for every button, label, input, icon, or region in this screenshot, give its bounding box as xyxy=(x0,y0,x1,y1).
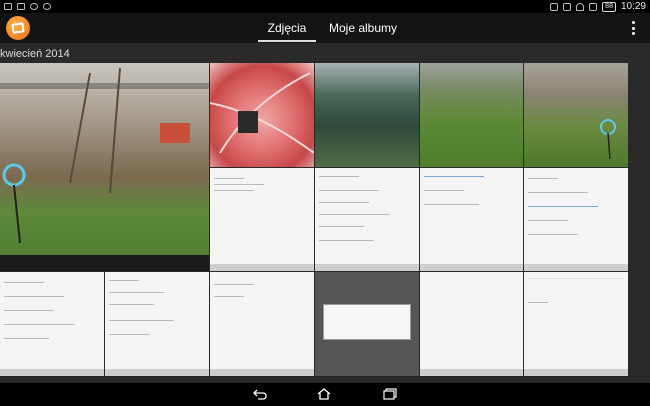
photo-icon xyxy=(4,3,12,10)
vibrate-icon xyxy=(563,2,572,11)
photo-thumbnail[interactable] xyxy=(420,63,523,167)
section-header: kwiecień 2014 xyxy=(0,48,70,60)
home-icon[interactable] xyxy=(316,387,332,401)
status-bar: 88 10:29 xyxy=(0,0,650,13)
fabric-photo-art xyxy=(210,72,314,154)
album-app-icon[interactable] xyxy=(6,16,30,40)
back-icon[interactable] xyxy=(252,387,268,401)
screenshot-thumbnail[interactable] xyxy=(315,272,419,376)
battery-icon: 88 xyxy=(602,1,616,12)
twitter-icon xyxy=(30,3,38,10)
screenshot-thumbnail[interactable] xyxy=(524,168,628,271)
screenshot-thumbnail[interactable] xyxy=(315,168,419,271)
dialog-preview xyxy=(323,304,411,340)
hoop-photo-art xyxy=(600,119,616,160)
navigation-bar xyxy=(0,383,650,406)
overflow-menu-icon[interactable] xyxy=(627,19,639,37)
nfc-icon xyxy=(550,2,559,11)
mail-icon xyxy=(17,3,25,10)
clock: 10:29 xyxy=(620,1,646,12)
no-sim-icon xyxy=(589,2,598,11)
screenshot-thumbnail[interactable] xyxy=(105,272,209,376)
screenshot-thumbnail[interactable] xyxy=(210,168,314,271)
tab-photos[interactable]: Zdjęcia xyxy=(254,13,320,43)
notification-icons xyxy=(4,3,51,10)
screenshot-thumbnail[interactable] xyxy=(0,272,104,376)
photo-thumbnail[interactable] xyxy=(0,63,209,271)
screenshot-thumbnail[interactable] xyxy=(210,272,314,376)
recent-apps-icon[interactable] xyxy=(382,387,398,401)
screenshot-thumbnail[interactable] xyxy=(420,272,523,376)
at-icon xyxy=(43,3,51,10)
wifi-icon xyxy=(576,2,585,11)
photo-grid: kwiecień 2014 xyxy=(0,43,650,383)
picture-frame-icon xyxy=(11,22,25,34)
yard-photo-art xyxy=(0,67,209,271)
screenshot-thumbnail[interactable] xyxy=(420,168,523,271)
photo-thumbnail[interactable] xyxy=(315,63,419,167)
system-icons: 88 10:29 xyxy=(550,1,646,12)
photo-thumbnail[interactable] xyxy=(524,63,628,167)
tab-my-albums[interactable]: Moje albumy xyxy=(327,13,399,43)
screenshot-thumbnail[interactable] xyxy=(524,272,628,376)
tab-selected-indicator xyxy=(258,40,316,42)
action-bar: Zdjęcia Moje albumy xyxy=(0,13,650,43)
photo-thumbnail[interactable] xyxy=(210,63,314,167)
